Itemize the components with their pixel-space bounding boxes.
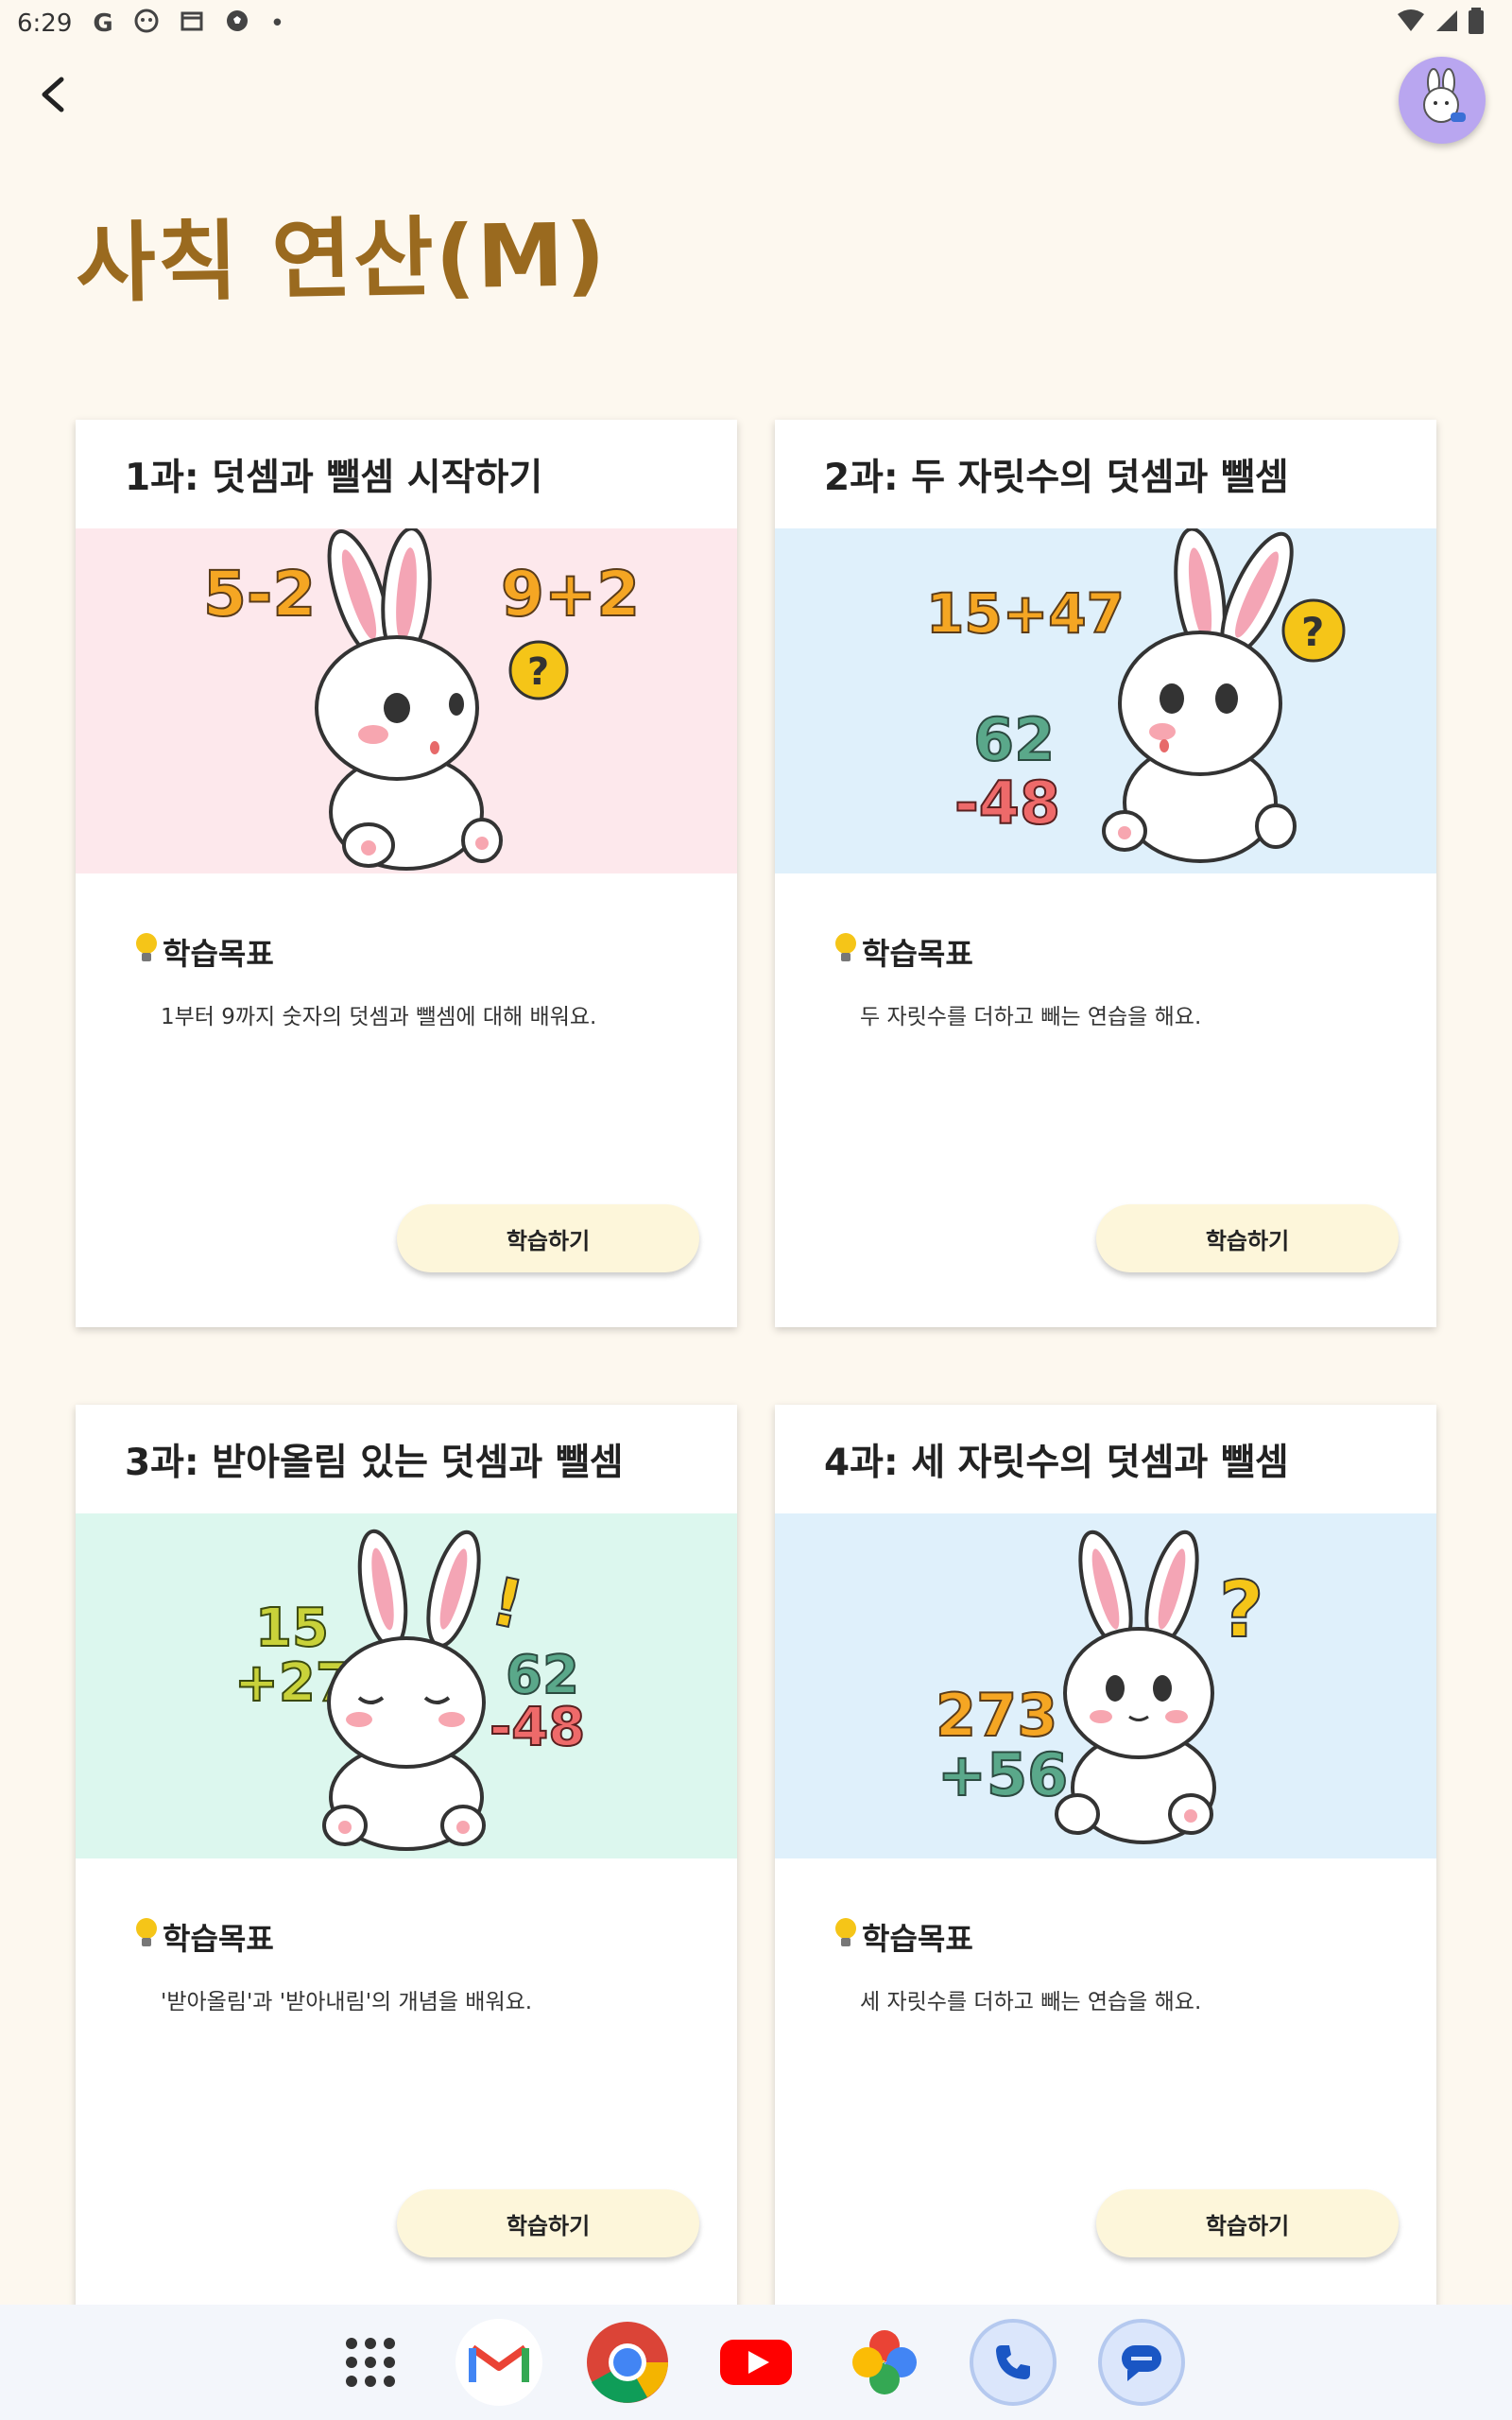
google-icon: G: [93, 9, 113, 38]
status-bar: 6:29 G •: [0, 0, 1512, 47]
goal-heading: 학습목표: [833, 1915, 973, 1959]
goal-label: 학습목표: [163, 936, 274, 972]
goal-heading: 학습목표: [134, 1915, 274, 1959]
youtube-icon[interactable]: [713, 2319, 799, 2406]
lightbulb-icon: [833, 1917, 858, 1957]
learn-button[interactable]: 학습하기: [397, 2189, 699, 2257]
equation-62: 62: [973, 705, 1055, 774]
phone-icon[interactable]: [970, 2319, 1057, 2406]
rabbit-avatar-icon: [1423, 68, 1466, 123]
lightbulb-icon: [833, 932, 858, 972]
page-title: 사칙 연산(M): [75, 204, 609, 315]
lesson-title: 1과: 덧셈과 뺄셈 시작하기: [125, 457, 543, 499]
equation-minus-48: -48: [490, 1697, 585, 1758]
lesson-title: 3과: 받아올림 있는 덧셈과 뺄셈: [125, 1442, 624, 1484]
lesson-card-2: 2과: 두 자릿수의 덧셈과 뺄셈 15+47 62 -48 ? 학습목표 두 …: [775, 420, 1436, 1327]
messages-icon[interactable]: [1098, 2319, 1185, 2406]
svg-text:!: !: [485, 1563, 530, 1645]
goal-description: 1부터 9까지 숫자의 덧셈과 뺄셈에 대해 배워요.: [161, 1005, 597, 1029]
svg-text:?: ?: [1301, 609, 1324, 655]
equation-minus-48: -48: [954, 769, 1060, 838]
lesson-illustration: 5-2 9+2 ?: [76, 528, 737, 873]
gmail-icon[interactable]: [455, 2319, 542, 2406]
svg-text:?: ?: [1219, 1565, 1264, 1655]
goal-heading: 학습목표: [134, 930, 274, 974]
battery-icon: [1469, 8, 1484, 41]
goal-description: 두 자릿수를 더하고 빼는 연습을 해요.: [860, 1005, 1202, 1029]
back-button[interactable]: [28, 70, 77, 119]
avatar[interactable]: [1399, 57, 1486, 144]
goal-description: '받아올림'과 '받아내림'의 개념을 배워요.: [161, 1990, 533, 2014]
lesson-title: 4과: 세 자릿수의 덧셈과 뺄셈: [824, 1442, 1289, 1484]
lesson-card-3: 3과: 받아올림 있는 덧셈과 뺄셈 15 +27 62 -48 ! 학습목표 …: [76, 1405, 737, 2312]
soccer-icon: [225, 9, 249, 40]
learn-button[interactable]: 학습하기: [397, 1204, 699, 1272]
equation-plus-56: +56: [937, 1740, 1068, 1809]
goal-description: 세 자릿수를 더하고 빼는 연습을 해요.: [860, 1990, 1202, 2014]
goal-heading: 학습목표: [833, 930, 973, 974]
learn-button[interactable]: 학습하기: [1096, 2189, 1399, 2257]
lesson-title: 2과: 두 자릿수의 덧셈과 뺄셈: [824, 457, 1289, 499]
learn-button[interactable]: 학습하기: [1096, 1204, 1399, 1272]
wifi-icon: [1397, 9, 1425, 40]
chrome-icon[interactable]: [584, 2319, 671, 2406]
status-time: 6:29: [17, 9, 73, 38]
equation-5-2: 5-2: [203, 558, 316, 631]
lightbulb-icon: [134, 1917, 159, 1957]
photos-icon[interactable]: [841, 2319, 928, 2406]
apps-grid-icon[interactable]: [327, 2319, 414, 2406]
equation-15: 15: [255, 1598, 329, 1659]
chevron-left-icon: [42, 77, 64, 112]
equation-15+47: 15+47: [926, 581, 1125, 646]
equation-9+2: 9+2: [501, 558, 640, 631]
lesson-card-4: 4과: 세 자릿수의 덧셈과 뺄셈 273 +56 ? 학습목표 세 자릿수를: [775, 1405, 1436, 2312]
face-icon: [134, 9, 159, 40]
svg-text:?: ?: [527, 650, 549, 694]
goal-label: 학습목표: [862, 936, 973, 972]
signal-icon: [1435, 9, 1459, 40]
calendar-icon: [180, 9, 204, 40]
goal-label: 학습목표: [163, 1921, 274, 1957]
goal-label: 학습목표: [862, 1921, 973, 1957]
lightbulb-icon: [134, 932, 159, 972]
lesson-card-1: 1과: 덧셈과 뺄셈 시작하기 5-2 9+2 ? 학습목표 1부터 9까지 숫…: [76, 420, 737, 1327]
lesson-illustration: 273 +56 ?: [775, 1513, 1436, 1858]
lesson-illustration: 15 +27 62 -48 !: [76, 1513, 737, 1858]
app-dock: [0, 2305, 1512, 2420]
lesson-illustration: 15+47 62 -48 ?: [775, 528, 1436, 873]
dot-icon: •: [269, 9, 285, 38]
